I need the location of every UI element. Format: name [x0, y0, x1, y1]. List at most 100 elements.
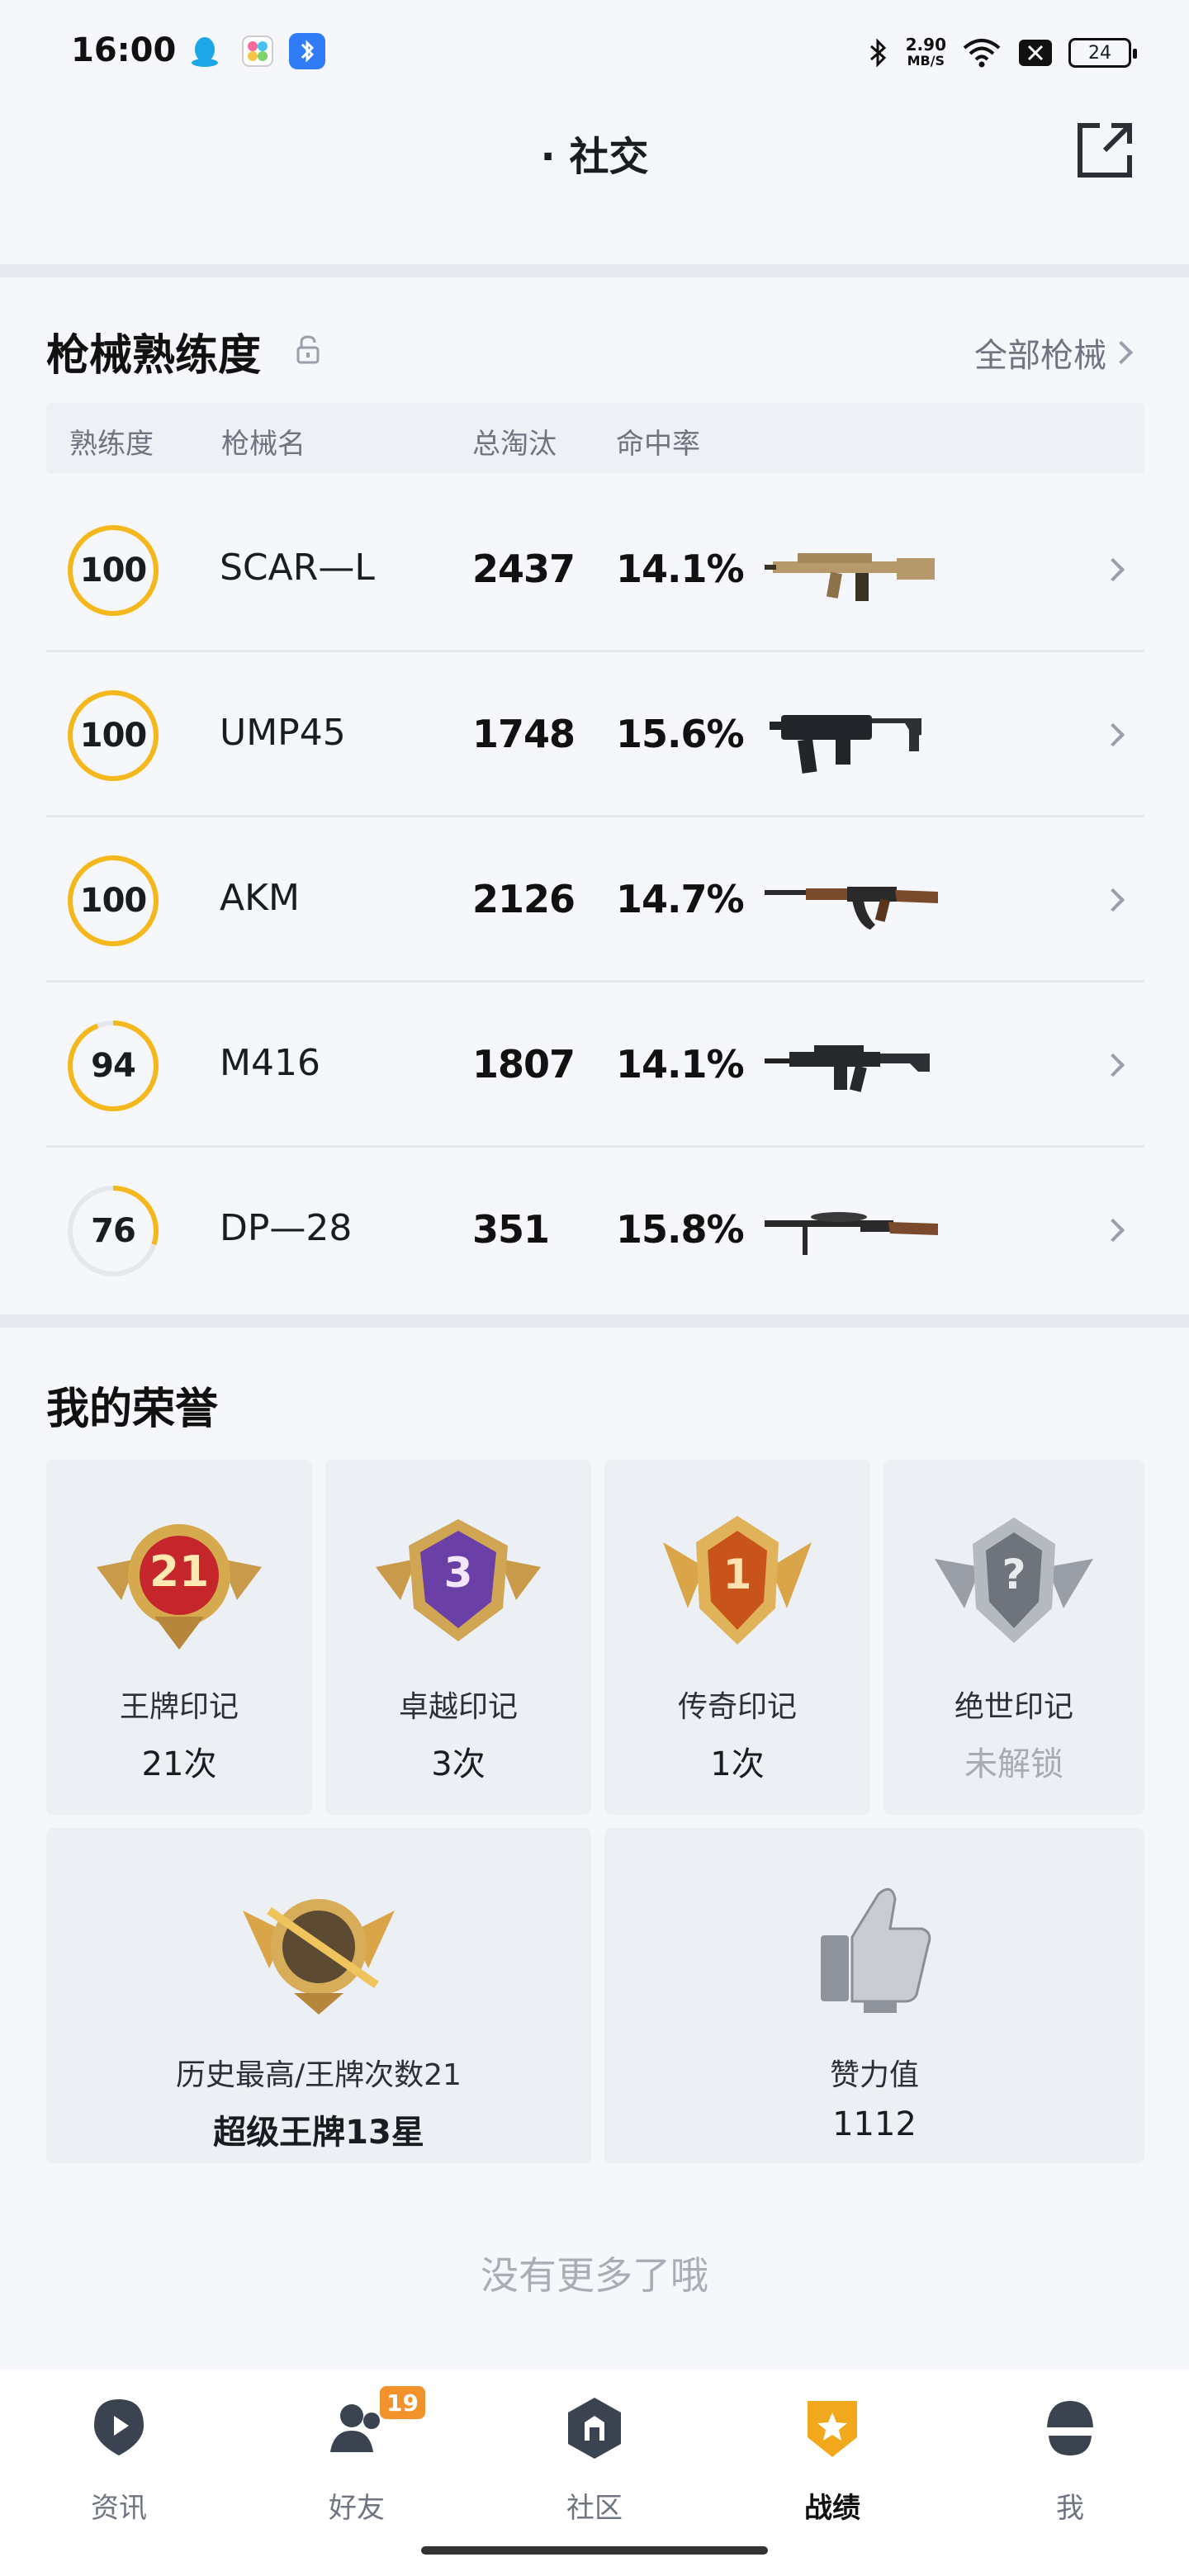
no-more-text: 没有更多了哦: [481, 2253, 708, 2298]
likes-card[interactable]: 赞力值 1112: [604, 1828, 1144, 2163]
qq-icon: [192, 37, 218, 67]
honor-card-excellence[interactable]: 3 卓越印记 3次: [325, 1460, 591, 1815]
status-right: 2.90 MB/S 24: [866, 30, 1137, 76]
wifi-icon: [963, 39, 1001, 68]
ace-badge-number: 21: [149, 1547, 210, 1597]
weapon-name: M416: [220, 1042, 320, 1084]
bottom-nav: 资讯 19 好友 社区 战绩 我: [0, 2370, 1189, 2576]
scar-l-rifle-image: [765, 553, 935, 601]
proficiency-value: 100: [79, 882, 148, 920]
weapon-hit-rate: 14.1%: [616, 1042, 745, 1087]
weapon-kills: 1807: [472, 1042, 576, 1087]
highest-rank-card[interactable]: 历史最高/王牌次数21 超级王牌13星: [46, 1828, 591, 2163]
net-speed: 2.90 MB/S: [906, 36, 946, 69]
thumbs-up-icon: [821, 1887, 931, 2013]
news-icon: [94, 2399, 144, 2455]
highest-rank-value: 超级王牌13星: [213, 2114, 424, 2152]
nav-label: 社区: [566, 2492, 623, 2525]
weapon-hit-rate: 15.6%: [616, 712, 745, 756]
weapon-hit-rate: 15.8%: [616, 1207, 745, 1252]
weapon-row[interactable]: 100 SCAR—L 2437 14.1%: [46, 487, 1144, 652]
honor-locked-status: 未解锁: [964, 1745, 1063, 1783]
proficiency-value: 94: [91, 1047, 136, 1085]
honor-count: 3次: [431, 1745, 486, 1783]
chevron-right-icon: [1101, 1053, 1125, 1077]
honor-label: 绝世印记: [954, 1690, 1073, 1724]
col-hit-rate: 命中率: [616, 428, 700, 461]
weapon-row[interactable]: 76 DP—28 351 15.8%: [46, 1148, 1144, 1313]
chevron-right-icon: [1101, 557, 1125, 582]
nav-label: 好友: [329, 2492, 385, 2525]
nav-label: 资讯: [91, 2492, 147, 2525]
friends-count-badge: 19: [380, 2386, 425, 2419]
share-icon[interactable]: [1072, 117, 1138, 183]
honor-card-legend[interactable]: 1 传奇印记 1次: [604, 1460, 870, 1815]
page-title: · 社交: [540, 134, 649, 180]
honor-card-peerless[interactable]: ? 绝世印记 未解锁: [883, 1460, 1144, 1815]
col-weapon-name: 枪械名: [221, 428, 306, 461]
home-indicator[interactable]: [421, 2546, 768, 2555]
all-weapons-link[interactable]: 全部枪械: [974, 329, 1106, 376]
app-icon: [242, 36, 273, 67]
nav-item-record[interactable]: 战绩: [750, 2394, 915, 2535]
proficiency-value: 100: [79, 552, 148, 590]
bluetooth-icon: [869, 38, 886, 68]
ump45-smg-image: [770, 715, 921, 774]
weapon-row[interactable]: 94 M416 1807 14.1%: [46, 983, 1144, 1148]
weapon-hit-rate: 14.1%: [616, 547, 745, 591]
weapon-name: UMP45: [220, 712, 346, 754]
nav-label: 战绩: [804, 2492, 860, 2525]
chevron-right-icon[interactable]: [1109, 340, 1134, 365]
net-speed-value: 2.90: [905, 35, 946, 54]
weapon-hit-rate: 14.7%: [616, 877, 745, 921]
super-ace-badge-icon: [243, 1899, 395, 2015]
legend-badge-number: 1: [722, 1551, 752, 1598]
nav-item-news[interactable]: 资讯: [36, 2394, 201, 2535]
weapon-kills: 1748: [472, 712, 576, 756]
highest-rank-label: 历史最高/王牌次数21: [176, 2058, 462, 2092]
weapon-name: SCAR—L: [220, 547, 375, 589]
nav-item-profile[interactable]: 我: [988, 2394, 1153, 2535]
profile-icon: [1045, 2401, 1095, 2455]
honor-count: 1次: [710, 1745, 765, 1783]
section-divider: [0, 264, 1189, 277]
col-proficiency: 熟练度: [69, 428, 154, 461]
weapon-row[interactable]: 100 AKM 2126 14.7%: [46, 817, 1144, 983]
likes-value: 1112: [832, 2105, 917, 2143]
weapons-section-title: 枪械熟练度: [46, 331, 262, 381]
chevron-right-icon: [1101, 1218, 1125, 1243]
peerless-badge-mark: ?: [1002, 1551, 1026, 1598]
proficiency-value: 100: [79, 717, 148, 755]
honor-count: 21次: [141, 1745, 217, 1783]
col-kills: 总淘汰: [472, 428, 557, 461]
weapon-kills: 2126: [472, 877, 576, 921]
likes-label: 赞力值: [829, 2058, 919, 2092]
dp28-lmg-image: [765, 1212, 938, 1255]
nav-item-community[interactable]: 社区: [512, 2394, 677, 2535]
honor-card-ace[interactable]: 21 王牌印记 21次: [46, 1460, 312, 1815]
excellence-badge-number: 3: [443, 1549, 473, 1597]
honor-label: 王牌印记: [119, 1690, 239, 1724]
m416-rifle-image: [765, 1045, 930, 1092]
akm-rifle-image: [765, 887, 938, 930]
honors-section-title: 我的荣誉: [46, 1385, 219, 1434]
weapon-kills: 351: [472, 1207, 550, 1252]
weapon-row[interactable]: 100 UMP45 1748 15.6%: [46, 652, 1144, 817]
weapon-name: AKM: [220, 877, 300, 919]
weapon-kills: 2437: [472, 547, 576, 591]
bluetooth-app-icon: [289, 33, 325, 69]
honor-label: 卓越印记: [398, 1690, 518, 1724]
status-bar: 16:00 2.90 MB/S 24: [0, 0, 1189, 99]
chevron-right-icon: [1101, 888, 1125, 912]
lock-icon: [296, 335, 320, 364]
status-time: 16:00: [71, 31, 177, 69]
chevron-right-icon: [1101, 722, 1125, 747]
header: · 社交: [0, 99, 1189, 264]
section-divider: [0, 1314, 1189, 1328]
record-icon: [808, 2401, 857, 2457]
weapons-table-header: 熟练度 枪械名 总淘汰 命中率: [46, 403, 1144, 474]
nav-item-friends[interactable]: 19 好友: [274, 2386, 439, 2535]
net-speed-unit: MB/S: [907, 53, 945, 69]
sim-blocked-icon: [1019, 40, 1052, 66]
weapon-name: DP—28: [220, 1207, 353, 1249]
